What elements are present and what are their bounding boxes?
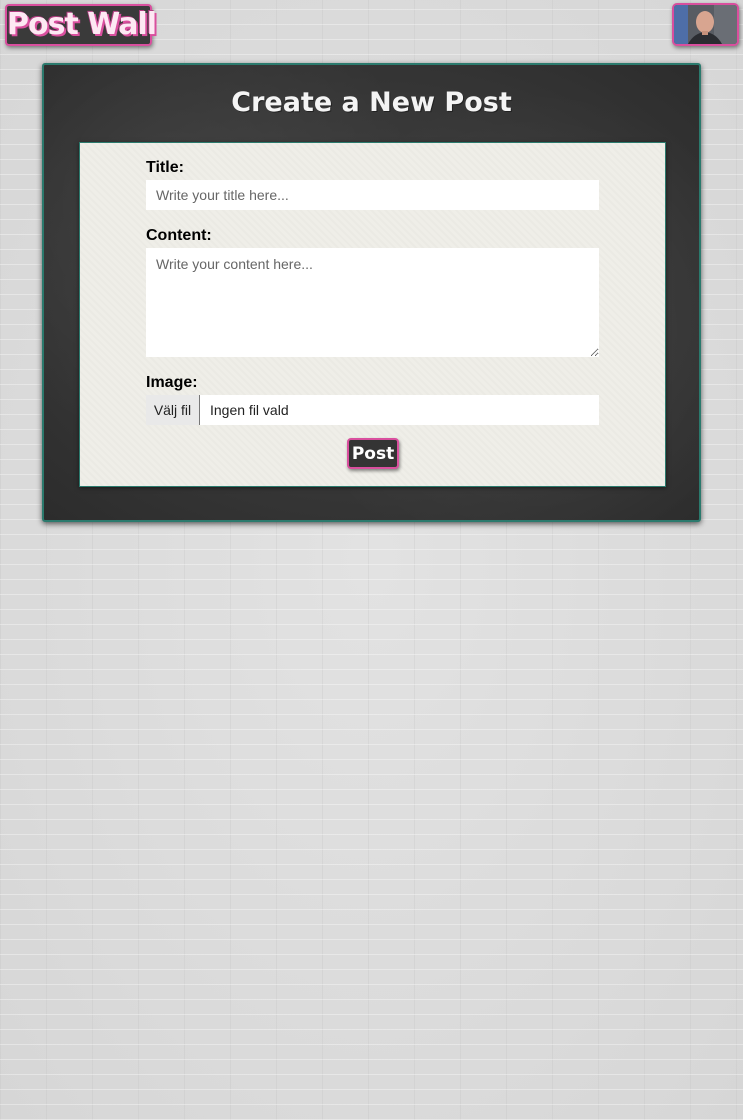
avatar-photo	[674, 5, 737, 44]
create-post-board: Create a New Post Title: Content: Image:…	[42, 63, 701, 522]
choose-file-button[interactable]: Välj fil	[146, 395, 200, 425]
site-logo[interactable]: Post Wall	[5, 4, 157, 46]
content-label: Content:	[146, 227, 212, 244]
title-input[interactable]	[146, 180, 599, 210]
page-title: Create a New Post	[231, 87, 512, 118]
user-avatar-icon[interactable]	[672, 3, 739, 46]
title-label: Title:	[146, 159, 184, 176]
content-textarea[interactable]	[146, 248, 599, 357]
post-submit-button[interactable]: Post	[347, 438, 399, 469]
post-form: Title: Content: Image: Välj fil Ingen fi…	[79, 142, 666, 487]
image-label: Image:	[146, 374, 198, 391]
file-status-text: Ingen fil vald	[210, 402, 289, 418]
image-file-input[interactable]: Välj fil Ingen fil vald	[146, 395, 599, 425]
